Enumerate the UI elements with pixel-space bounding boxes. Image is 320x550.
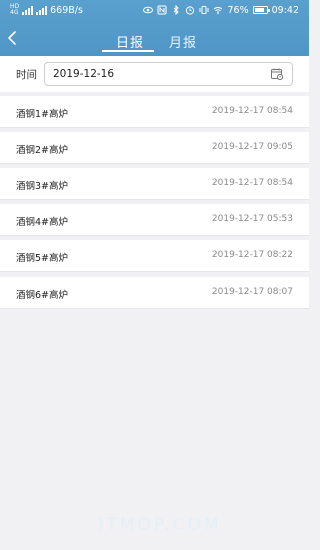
battery-icon: [252, 6, 270, 14]
vibrate-icon: [199, 6, 209, 14]
report-time: 2019-12-17 08:22: [211, 250, 293, 260]
list-item[interactable]: 酒钢3#高炉 2019-12-17 08:54: [0, 168, 309, 200]
status-bar: HD 4G 669B/s 76% 09:42: [0, 0, 309, 20]
furnace-name: 酒钢2#高炉: [16, 145, 69, 156]
date-filter-row: 时间 2019-12-16: [0, 56, 309, 92]
signal-icon: [22, 5, 34, 15]
wifi-icon: [214, 7, 223, 15]
report-time: 2019-12-17 05:53: [211, 214, 293, 224]
nfc-icon: [157, 5, 167, 15]
report-time: 2019-12-17 09:05: [211, 142, 293, 152]
tab-monthly-report[interactable]: 月报: [169, 32, 197, 51]
status-left: HD 4G 669B/s: [10, 3, 83, 17]
battery-percent: 76%: [227, 4, 249, 16]
report-time: 2019-12-17 08:07: [211, 287, 293, 297]
network-4g-label: 4G: [10, 9, 19, 16]
bluetooth-icon: [174, 5, 180, 15]
report-time: 2019-12-17 08:54: [211, 178, 293, 188]
signal-icon-2: [36, 5, 48, 15]
report-time: 2019-12-17 08:54: [211, 106, 293, 116]
watermark: ITMOP.COM: [98, 515, 222, 535]
furnace-name: 酒钢5#高炉: [16, 253, 69, 264]
status-right: 76% 09:42: [143, 3, 299, 17]
furnace-name: 酒钢6#高炉: [16, 290, 69, 301]
app-header: HD 4G 669B/s 76% 09:42 日报 月报: [0, 0, 309, 56]
furnace-name: 酒钢3#高炉: [16, 181, 69, 192]
date-picker-field[interactable]: 2019-12-16: [44, 62, 293, 86]
network-speed: 669B/s: [50, 4, 83, 16]
report-tabs: 日报 月报: [0, 28, 309, 52]
date-filter-label: 时间: [16, 69, 37, 81]
furnace-name: 酒钢1#高炉: [16, 109, 69, 120]
list-item[interactable]: 酒钢6#高炉 2019-12-17 08:07: [0, 277, 309, 309]
furnace-name: 酒钢4#高炉: [16, 217, 69, 228]
list-item[interactable]: 酒钢5#高炉 2019-12-17 08:22: [0, 240, 309, 272]
list-item[interactable]: 酒钢2#高炉 2019-12-17 09:05: [0, 132, 309, 164]
eye-icon: [143, 6, 154, 14]
active-tab-indicator: [102, 50, 154, 52]
list-item[interactable]: 酒钢1#高炉 2019-12-17 08:54: [0, 96, 309, 128]
date-value: 2019-12-16: [53, 68, 115, 80]
alarm-icon: [186, 6, 195, 15]
tab-daily-report[interactable]: 日报: [116, 32, 144, 51]
list-item[interactable]: 酒钢4#高炉 2019-12-17 05:53: [0, 204, 309, 236]
calendar-icon[interactable]: [270, 67, 284, 81]
network-type: HD 4G: [10, 4, 19, 16]
clock: 09:42: [271, 4, 299, 16]
